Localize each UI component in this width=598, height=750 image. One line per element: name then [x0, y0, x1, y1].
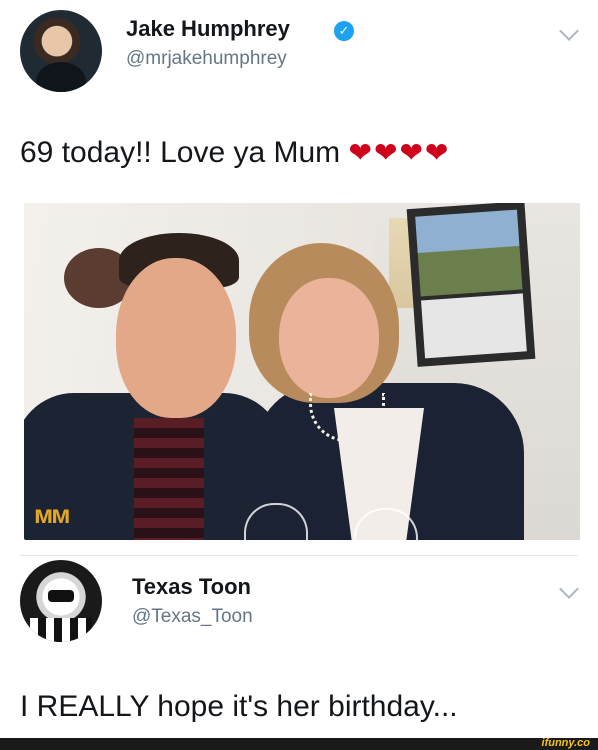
author-handle[interactable]: @mrjakehumphrey: [126, 48, 287, 70]
reply-chevron-down-icon[interactable]: [559, 579, 579, 599]
author-name[interactable]: Jake Humphrey: [126, 16, 290, 42]
photo-man-shirt: [134, 418, 204, 540]
texas-toon-avatar[interactable]: [20, 560, 102, 642]
photo-frame-picture: [415, 209, 523, 297]
ifunny-watermark: ifunny.co: [541, 737, 590, 749]
tweet-divider: [20, 555, 578, 556]
photo-man-face: [116, 258, 236, 418]
reply-author-handle[interactable]: @Texas_Toon: [132, 606, 253, 628]
photo-woman-face: [279, 278, 379, 398]
chevron-down-icon[interactable]: [559, 21, 579, 41]
tweet-photo[interactable]: ᴍᴍ: [24, 203, 580, 540]
photo-frame-mat: [421, 293, 527, 359]
reply-text: I REALLY hope it's her birthday...: [20, 690, 458, 723]
photo-logo-mark: ᴍᴍ: [34, 499, 70, 529]
tweet-text: 69 today!! Love ya Mum ❤❤❤❤: [20, 136, 450, 170]
photo-frame: [406, 203, 536, 367]
jake-avatar[interactable]: [20, 10, 102, 92]
heart-emoji-icon: ❤❤❤❤: [348, 137, 451, 168]
tweet-text-body: 69 today!! Love ya Mum: [20, 136, 341, 169]
verified-badge-icon: ✓: [334, 21, 354, 41]
footer-bar: [0, 738, 598, 750]
reply-author-name[interactable]: Texas Toon: [132, 574, 251, 600]
